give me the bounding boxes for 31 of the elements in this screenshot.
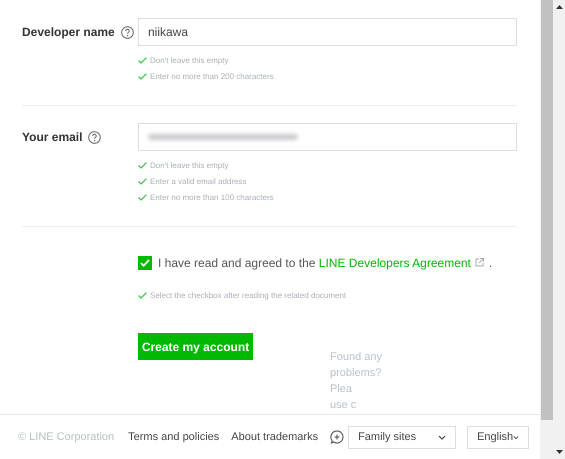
validation-hint: Select the checkbox after reading the related document: [150, 290, 346, 300]
feedback-text: Found any: [330, 350, 382, 365]
feedback-text: use c: [330, 398, 356, 413]
help-icon[interactable]: [120, 26, 134, 38]
field-label: Your email: [22, 130, 82, 144]
footer-link[interactable]: About trademarks: [231, 431, 318, 443]
feedback-text: Plea: [330, 382, 352, 397]
chevron-down-icon: [438, 434, 446, 440]
validation-hint: Enter a valid email address: [150, 176, 246, 186]
text-field[interactable]: niikawa: [138, 18, 517, 46]
validation-hint: Enter no more than 200 characters: [150, 72, 274, 80]
family-sites-dropdown[interactable]: Family sites: [348, 426, 456, 448]
chevron-down-icon: [513, 434, 520, 440]
blurred-text-icon: [148, 132, 298, 142]
text-field[interactable]: [138, 123, 517, 151]
help-icon[interactable]: [88, 130, 102, 144]
scrollbar[interactable]: [540, 0, 565, 459]
field-label: Developer name: [22, 25, 115, 39]
scroll-up-icon[interactable]: [556, 4, 563, 9]
validation-hint: Don't leave this empty: [150, 160, 228, 170]
footer-link[interactable]: Terms and policies: [128, 431, 220, 443]
feedback-text: problems?: [330, 366, 382, 381]
language-dropdown[interactable]: English: [467, 426, 530, 448]
period-text: .: [488, 256, 492, 270]
copyright-text: © LINE Corporation: [18, 431, 114, 443]
validation-hint: Enter no more than 100 characters: [150, 192, 274, 202]
feedback-icon[interactable]: [330, 430, 344, 444]
scroll-down-icon[interactable]: [556, 450, 563, 455]
agreement-text: I have read and agreed to the LINE Developers Agreement: [158, 256, 471, 270]
validation-hint: Don't leave this empty: [150, 56, 228, 64]
agreement-checkbox[interactable]: [138, 256, 152, 270]
